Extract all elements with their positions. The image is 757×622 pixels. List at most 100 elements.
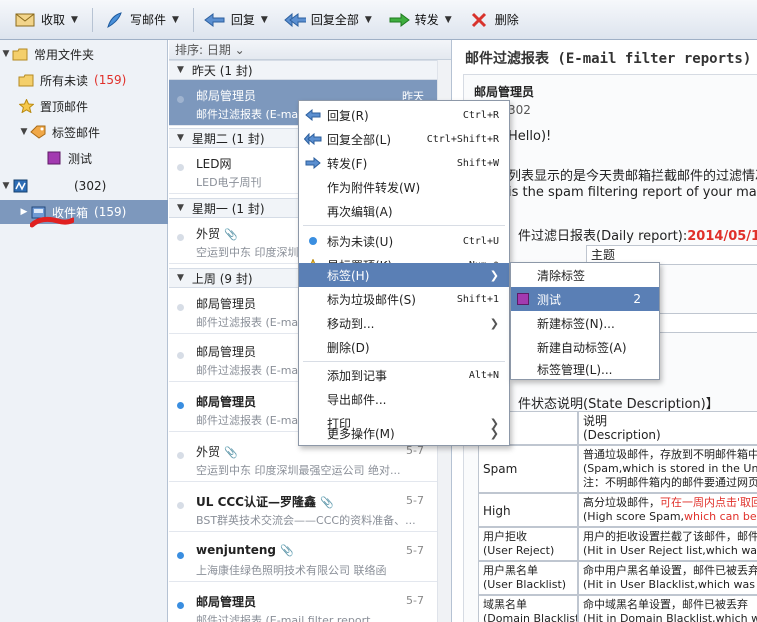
star-icon xyxy=(18,99,34,113)
mail-account-icon xyxy=(12,179,28,193)
submenu-item-label: 新建自动标签(A) xyxy=(537,340,627,355)
message-subject: 邮件过滤报表 (E-ma xyxy=(196,108,299,121)
unread-status-dot[interactable] xyxy=(177,602,184,609)
menu-item-move-to[interactable]: 移动到... ❯ xyxy=(299,311,509,335)
reply-button[interactable]: 回复 ▼ xyxy=(198,5,274,35)
submenu-item-new-tag[interactable]: 新建标签(N)... xyxy=(511,311,659,335)
read-status-dot[interactable] xyxy=(177,502,184,509)
menu-item-export[interactable]: 导出邮件... xyxy=(299,387,509,411)
attachment-paperclip-icon: 📎 xyxy=(224,446,238,459)
menu-item-edit-again[interactable]: 再次编辑(A) xyxy=(299,199,509,223)
sender-name: wenjunteng xyxy=(196,543,276,557)
reply-dropdown-caret[interactable]: ▼ xyxy=(261,15,268,25)
sort-dropdown[interactable]: 排序: 日期 ⌄ xyxy=(169,40,451,60)
menu-item-reply-all[interactable]: 回复全部(L) Ctrl+Shift+R xyxy=(299,127,509,151)
collapse-triangle-icon[interactable]: ▼ xyxy=(177,65,184,75)
compose-label: 写邮件 xyxy=(129,13,166,27)
menu-item-mark-spam[interactable]: 标为垃圾邮件(S) Shift+1 xyxy=(299,287,509,311)
expand-triangle-icon[interactable]: ▼ xyxy=(0,49,12,59)
read-status-dot[interactable] xyxy=(177,452,184,459)
collapse-triangle-icon[interactable]: ▼ xyxy=(177,133,184,143)
menu-item-forward-as-attachment[interactable]: 作为附件转发(W) xyxy=(299,175,509,199)
message-sender: 邮局管理员 xyxy=(196,297,257,311)
group-header-yesterday[interactable]: ▼ 昨天 (1 封) xyxy=(169,60,451,80)
receive-button[interactable]: 收取 ▼ xyxy=(8,5,84,35)
unread-status-dot[interactable] xyxy=(177,402,184,409)
folder-tags[interactable]: ▼ 标签邮件 xyxy=(0,120,168,144)
message-subject: 邮件过滤报表 (E-ma xyxy=(196,364,299,377)
envelope-icon xyxy=(14,11,36,29)
submenu-item-clear-tags[interactable]: 清除标签 xyxy=(511,263,659,287)
menu-item-shortcut: Alt+N xyxy=(468,369,499,381)
forward-dropdown-caret[interactable]: ▼ xyxy=(445,15,452,25)
read-status-dot[interactable] xyxy=(177,352,184,359)
message-row[interactable]: 邮局管理员 5-7 邮件过滤报表 (E-mail filter report xyxy=(169,586,451,622)
reply-all-dropdown-caret[interactable]: ▼ xyxy=(365,15,372,25)
submenu-item-new-auto-tag[interactable]: 新建自动标签(A) xyxy=(511,335,659,359)
receive-label: 收取 xyxy=(41,13,66,27)
message-context-menu: 回复(R) Ctrl+R 回复全部(L) Ctrl+Shift+R 转发(F) … xyxy=(298,100,510,446)
menu-item-label: 添加到记事 xyxy=(327,368,388,383)
folder-common-label: 常用文件夹 xyxy=(34,47,95,62)
menu-item-tag[interactable]: 标签(H) ❯ xyxy=(299,263,509,287)
message-subject: 上海康佳绿色照明技术有限公司 联络函 xyxy=(196,564,387,577)
folder-all-unread-label: 所有未读 xyxy=(40,73,89,88)
expand-triangle-icon[interactable]: ▼ xyxy=(18,127,30,137)
folder-inbox[interactable]: ▶ 收件箱 (159) xyxy=(0,200,168,224)
compose-button[interactable]: 写邮件 ▼ xyxy=(97,5,185,35)
unread-dot-icon xyxy=(299,236,327,246)
message-row[interactable]: wenjunteng 📎 5-7 上海康佳绿色照明技术有限公司 联络函 xyxy=(169,536,451,582)
state-user-reject: 用户拒收 (User Reject) xyxy=(478,527,578,561)
menu-item-label: 更多操作(M) xyxy=(327,426,395,441)
menu-item-more-actions[interactable]: 更多操作(M) ❯ xyxy=(299,421,509,445)
message-row[interactable]: UL CCC认证—罗隆鑫 📎 5-7 BST群英技术交流会——CCC的资料准备、.… xyxy=(169,486,451,532)
menu-item-label: 标为垃圾邮件(S) xyxy=(327,292,416,307)
preview-to: 302 xyxy=(508,103,531,117)
read-status-dot[interactable] xyxy=(177,96,184,103)
message-subject: BST群英技术交流会——CCC的资料准备、... xyxy=(196,514,416,527)
delete-button[interactable]: 删除 xyxy=(462,5,525,35)
daily-report-heading: 件过滤日报表(Daily report):2014/05/15 】 xyxy=(518,225,757,244)
high-red-en-text: which can be go xyxy=(684,510,757,523)
preview-subject: 邮件过滤报表 (E-mail filter reports) xyxy=(465,51,752,67)
menu-item-reply[interactable]: 回复(R) Ctrl+R xyxy=(299,103,509,127)
forward-label: 转发 xyxy=(414,13,439,27)
menu-item-forward[interactable]: 转发(F) Shift+W xyxy=(299,151,509,175)
folder-all-unread[interactable]: 所有未读 (159) xyxy=(0,68,168,92)
menu-item-label: 转发(F) xyxy=(327,156,368,171)
menu-item-label: 标为未读(U) xyxy=(327,234,394,249)
tag-color-swatch-icon xyxy=(517,293,529,305)
submenu-item-tag-test[interactable]: 测试 2 xyxy=(511,287,659,311)
submenu-item-label: 清除标签 xyxy=(537,268,586,283)
tag-submenu: 清除标签 测试 2 新建标签(N)... 新建自动标签(A) 标签管理(L)..… xyxy=(510,262,660,380)
submenu-item-manage-tags[interactable]: 标签管理(L)... xyxy=(511,357,659,381)
tag-color-swatch-icon xyxy=(46,151,62,165)
collapse-triangle-icon[interactable]: ▶ xyxy=(18,207,30,217)
forward-button[interactable]: 转发 ▼ xyxy=(382,5,458,35)
account-node[interactable]: ▼ (302) xyxy=(0,174,168,198)
reply-all-button[interactable]: 回复全部 ▼ xyxy=(278,5,378,35)
menu-item-label: 再次编辑(A) xyxy=(327,204,393,219)
message-subject: LED电子周刊 xyxy=(196,176,262,189)
folder-icon xyxy=(12,47,28,61)
compose-dropdown-caret[interactable]: ▼ xyxy=(172,15,179,25)
message-subject: 空运到中东 印度深圳最强空运公司 绝对... xyxy=(196,464,401,477)
read-status-dot[interactable] xyxy=(177,234,184,241)
menu-item-delete[interactable]: 删除(D) xyxy=(299,335,509,359)
sort-label: 排序: 日期 ⌄ xyxy=(175,43,245,57)
read-status-dot[interactable] xyxy=(177,164,184,171)
submenu-arrow-icon: ❯ xyxy=(489,316,499,330)
expand-triangle-icon[interactable]: ▼ xyxy=(0,181,12,191)
menu-item-mark-unread[interactable]: 标为未读(U) Ctrl+U xyxy=(299,229,509,253)
read-status-dot[interactable] xyxy=(177,304,184,311)
folder-tag-test[interactable]: 测试 xyxy=(0,146,168,170)
collapse-triangle-icon[interactable]: ▼ xyxy=(177,273,184,283)
menu-item-add-to-notes[interactable]: 添加到记事 Alt+N xyxy=(299,363,509,387)
menu-item-label: 标签(H) xyxy=(327,268,370,283)
collapse-triangle-icon[interactable]: ▼ xyxy=(177,203,184,213)
inbox-count-badge: (159) xyxy=(94,205,127,219)
receive-dropdown-caret[interactable]: ▼ xyxy=(71,15,78,25)
unread-status-dot[interactable] xyxy=(177,552,184,559)
folder-pinned[interactable]: 置顶邮件 xyxy=(0,94,168,118)
folder-common[interactable]: ▼ 常用文件夹 xyxy=(0,42,168,66)
